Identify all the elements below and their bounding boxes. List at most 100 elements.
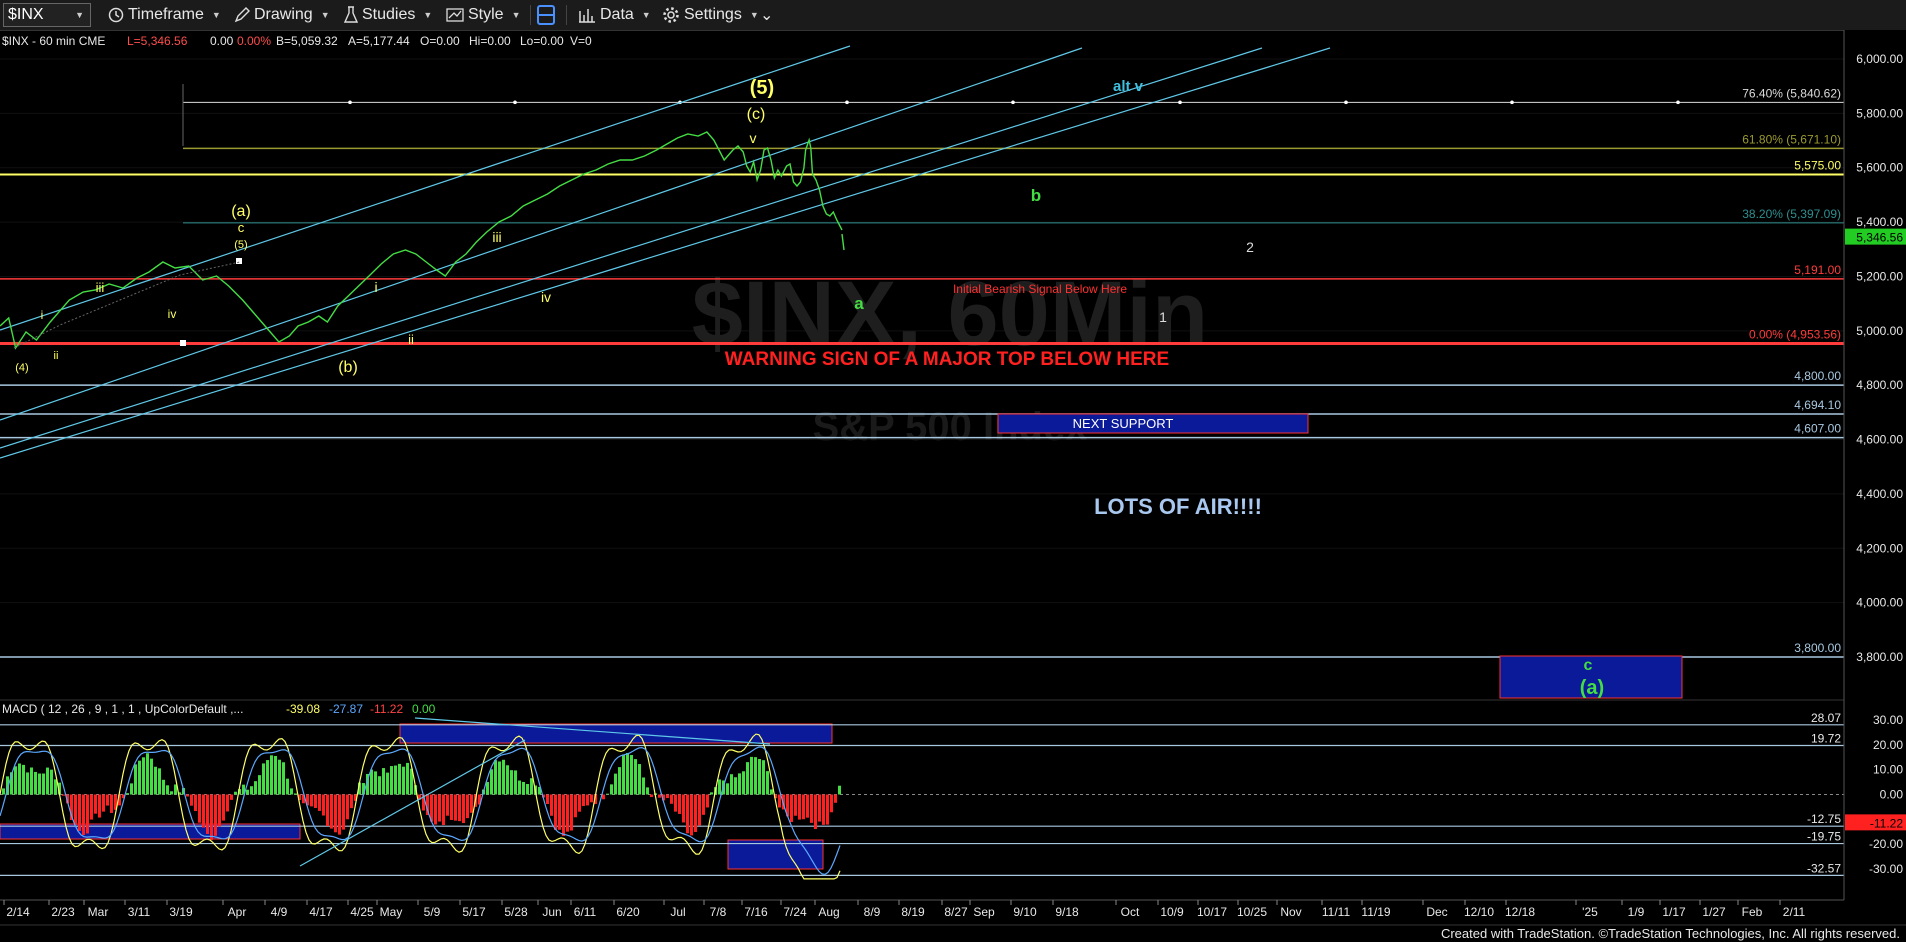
macd-histogram: -11.22 <box>370 702 403 716</box>
macd-histogram-bar <box>94 794 97 814</box>
macd-histogram-bar <box>650 794 653 798</box>
macd-histogram-bar <box>462 794 465 824</box>
macd-histogram-bar <box>530 778 533 795</box>
macd-histogram-bar <box>810 794 813 823</box>
price-tick-label: 5,400.00 <box>1856 215 1903 229</box>
quote-high: Hi=0.00 <box>469 34 511 48</box>
next-support-label: NEXT SUPPORT <box>1073 416 1174 431</box>
macd-histogram-bar <box>254 781 257 795</box>
macd-histogram-bar <box>346 794 349 820</box>
macd-histogram-bar <box>758 758 761 795</box>
macd-histogram-bar <box>134 764 137 795</box>
macd-histogram-bar <box>746 762 749 795</box>
settings-button[interactable]: Settings ▼ <box>662 4 759 26</box>
time-tick-label: 5/28 <box>504 905 528 919</box>
macd-histogram-bar <box>590 794 593 803</box>
level-label: 5,575.00 <box>1794 159 1841 173</box>
level-label: 4,607.00 <box>1794 422 1841 436</box>
macd-histogram-bar <box>738 773 741 795</box>
quote-low: Lo=0.00 <box>520 34 564 48</box>
symbol-input[interactable]: $INX ▼ <box>3 3 91 27</box>
macd-histogram-bar <box>766 771 769 795</box>
more-menu-button[interactable]: ⌄ <box>760 4 773 26</box>
macd-histogram-bar <box>642 777 645 795</box>
time-tick-label: 4/25 <box>350 905 374 919</box>
macd-histogram-bar <box>770 789 773 795</box>
drawing-button[interactable]: Drawing ▼ <box>234 4 330 26</box>
macd-histogram-bar <box>434 794 437 825</box>
layout-button[interactable] <box>536 4 560 26</box>
time-tick-label: Jun <box>542 905 561 919</box>
macd-histogram-bar <box>442 794 445 825</box>
time-tick-label: 5/9 <box>424 905 441 919</box>
macd-histogram-bar <box>126 793 129 795</box>
macd-histogram-bar <box>274 755 277 795</box>
macd-histogram-bar <box>190 794 193 806</box>
macd-histogram-bar <box>206 794 209 834</box>
macd-histogram-bar <box>634 759 637 795</box>
data-button[interactable]: Data ▼ <box>578 4 651 26</box>
macd-histogram-bar <box>282 762 285 795</box>
time-tick-label: 7/24 <box>783 905 807 919</box>
macd-histogram-bar <box>90 794 93 820</box>
macd-histogram-bar <box>34 771 37 795</box>
macd-histogram-bar <box>574 794 577 818</box>
price-tick-label: 6,000.00 <box>1856 52 1903 66</box>
time-axis: 2/14 2/23 Mar 3/11 3/19 Apr 4/9 4/17 4/25 May 5/9 5… <box>0 899 1906 926</box>
macd-histogram-bar <box>702 794 705 815</box>
macd-histogram-bar <box>750 756 753 795</box>
macd-histogram-bar <box>450 794 453 820</box>
macd-histogram-bar <box>390 766 393 795</box>
macd-header: MACD ( 12 , 26 , 9 , 1 , 1 , UpColorDefa… <box>2 702 436 716</box>
time-tick-label: 4/9 <box>271 905 288 919</box>
level-marker <box>1510 100 1514 105</box>
time-tick-label: 11/11 <box>1322 905 1351 919</box>
time-tick-label: 2/14 <box>6 905 30 919</box>
trend-channels <box>0 45 1331 459</box>
macd-histogram-bar <box>310 794 313 807</box>
pencil-icon <box>234 7 250 23</box>
settings-label: Settings <box>684 6 742 23</box>
macd-histogram-bar <box>406 762 409 795</box>
macd-histogram-bar <box>518 780 521 795</box>
bar-chart-icon <box>579 9 595 23</box>
wave-label: (a) <box>1580 677 1604 699</box>
macd-histogram-bar <box>794 794 797 816</box>
time-tick-label: 10/9 <box>1160 905 1184 919</box>
quote-change-pct: 0.00% <box>237 34 271 48</box>
price-chart[interactable]: $INX, 60Min S&P 500 Index 76.40% (5,840.… <box>0 30 1906 942</box>
macd-histogram-bar <box>742 771 745 795</box>
macd-histogram-bar <box>138 760 141 795</box>
macd-histogram-bar <box>166 785 169 795</box>
macd-histogram-bar <box>466 794 469 819</box>
macd-histogram-bar <box>370 769 373 795</box>
macd-histogram-bar <box>834 794 837 803</box>
warning-note: WARNING SIGN OF A MAJOR TOP BELOW HERE <box>725 349 1169 370</box>
layout-icon <box>537 5 555 25</box>
time-tick-label: 3/19 <box>169 905 193 919</box>
macd-histogram-bar <box>730 774 733 795</box>
price-line-end <box>841 233 845 251</box>
chevron-down-icon: ▼ <box>320 10 330 20</box>
chevron-down-icon: ▼ <box>211 10 221 20</box>
style-button[interactable]: Style ▼ <box>446 4 521 26</box>
studies-button[interactable]: Studies ▼ <box>344 4 432 26</box>
macd-histogram-bar <box>262 763 265 795</box>
macd-histogram-bar <box>102 794 105 812</box>
horizontal-levels: 76.40% (5,840.62) 61.80% (5,671.10) 5,575.… <box>0 84 1844 658</box>
timeframe-button[interactable]: Timeframe ▼ <box>108 4 221 26</box>
macd-signal: -27.87 <box>329 702 363 716</box>
macd-histogram-bar <box>526 784 529 795</box>
macd-histogram-bar <box>38 773 41 795</box>
studies-label: Studies <box>362 6 416 23</box>
macd-histogram-bar <box>130 783 133 795</box>
wave-label: (5) <box>750 77 774 99</box>
macd-histogram-bar <box>826 794 829 825</box>
macd-histogram-bar <box>222 794 225 821</box>
wave-label: ii <box>54 350 59 362</box>
macd-histogram-bar <box>314 794 317 808</box>
macd-histogram-bar <box>522 781 525 795</box>
macd-histogram-bar <box>550 794 553 816</box>
level-marker <box>1676 100 1680 105</box>
time-tick-label: Nov <box>1280 905 1301 919</box>
